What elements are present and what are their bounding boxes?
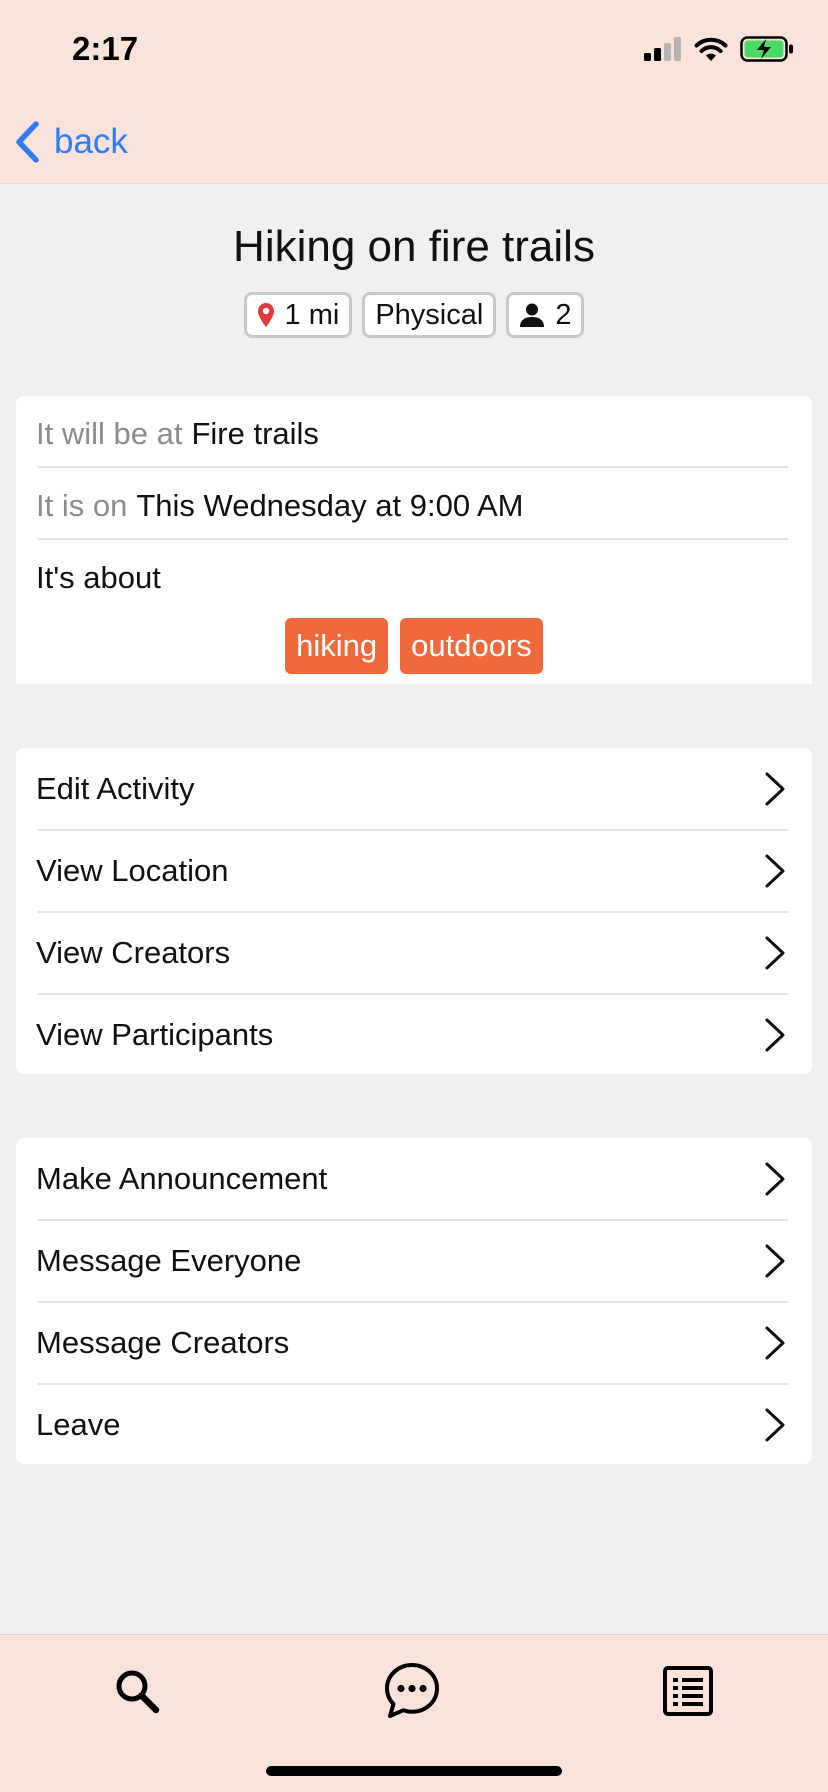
back-label: back xyxy=(54,122,128,161)
row-label: View Creators xyxy=(36,935,231,970)
location-prefix: It will be at xyxy=(36,416,183,451)
date-value: This Wednesday at 9:00 AM xyxy=(136,488,524,523)
cellular-signal-icon xyxy=(644,37,681,61)
home-indicator xyxy=(266,1766,562,1776)
chevron-right-icon xyxy=(765,1326,785,1360)
row-label: Message Everyone xyxy=(36,1243,302,1278)
edit-activity-row[interactable]: Edit Activity xyxy=(16,748,812,830)
top-bar: 2:17 back xyxy=(0,0,828,184)
message-everyone-row[interactable]: Message Everyone xyxy=(16,1220,812,1302)
date-prefix: It is on xyxy=(36,488,128,523)
view-location-row[interactable]: View Location xyxy=(16,830,812,912)
row-label: Message Creators xyxy=(36,1325,290,1360)
row-label: Make Announcement xyxy=(36,1161,328,1196)
location-pin-icon xyxy=(257,303,274,327)
tab-messages[interactable] xyxy=(382,1661,442,1721)
activity-actions-card: Edit Activity View Location View Creator… xyxy=(16,748,812,1074)
chevron-left-icon xyxy=(16,121,39,163)
about-row: It's about xyxy=(36,556,788,600)
tag-outdoors[interactable]: outdoors xyxy=(400,618,543,674)
chevron-right-icon xyxy=(765,854,785,888)
chevron-right-icon xyxy=(765,1162,785,1196)
chevron-right-icon xyxy=(765,936,785,970)
location-row: It will be at Fire trails xyxy=(36,412,788,456)
activity-chips: 1 mi Physical 2 xyxy=(0,292,828,338)
make-announcement-row[interactable]: Make Announcement xyxy=(16,1138,812,1220)
tag-hiking[interactable]: hiking xyxy=(285,618,389,674)
tab-list[interactable] xyxy=(658,1661,718,1721)
tab-search[interactable] xyxy=(107,1661,167,1721)
chat-bubble-icon xyxy=(385,1663,439,1718)
divider xyxy=(38,466,788,468)
date-row: It is on This Wednesday at 9:00 AM xyxy=(36,484,788,528)
view-participants-row[interactable]: View Participants xyxy=(16,994,812,1076)
list-icon xyxy=(663,1666,713,1716)
distance-value: 1 mi xyxy=(284,298,340,331)
communication-actions-card: Make Announcement Message Everyone Messa… xyxy=(16,1138,812,1464)
chevron-right-icon xyxy=(765,1244,785,1278)
category-chip: Physical xyxy=(362,292,497,338)
divider xyxy=(38,538,788,540)
status-time: 2:17 xyxy=(72,30,139,67)
about-label: It's about xyxy=(36,560,161,595)
status-icons xyxy=(644,34,794,64)
row-label: View Participants xyxy=(36,1017,274,1052)
chevron-right-icon xyxy=(765,1018,785,1052)
page-title: Hiking on fire trails xyxy=(233,222,595,271)
leave-row[interactable]: Leave xyxy=(16,1384,812,1466)
row-label: Edit Activity xyxy=(36,771,195,806)
participants-chip: 2 xyxy=(506,292,585,338)
activity-info-card: It will be at Fire trails It is on This … xyxy=(16,396,812,684)
battery-charging-icon xyxy=(740,36,793,62)
distance-chip: 1 mi xyxy=(243,292,353,338)
wifi-icon xyxy=(694,37,728,61)
view-creators-row[interactable]: View Creators xyxy=(16,912,812,994)
activity-detail-screen: 2:17 back Hiking on fire trails 1 mi Phy… xyxy=(0,0,828,1792)
category-value: Physical xyxy=(375,298,484,331)
row-label: View Location xyxy=(36,853,229,888)
participants-count: 2 xyxy=(555,298,572,331)
search-icon xyxy=(116,1670,160,1714)
message-creators-row[interactable]: Message Creators xyxy=(16,1302,812,1384)
chevron-right-icon xyxy=(765,772,785,806)
back-button[interactable]: back xyxy=(14,116,128,168)
tag-list: hiking outdoors xyxy=(16,618,812,674)
row-label: Leave xyxy=(36,1407,121,1442)
location-value: Fire trails xyxy=(191,416,319,451)
person-icon xyxy=(520,303,545,327)
chevron-right-icon xyxy=(765,1408,785,1442)
